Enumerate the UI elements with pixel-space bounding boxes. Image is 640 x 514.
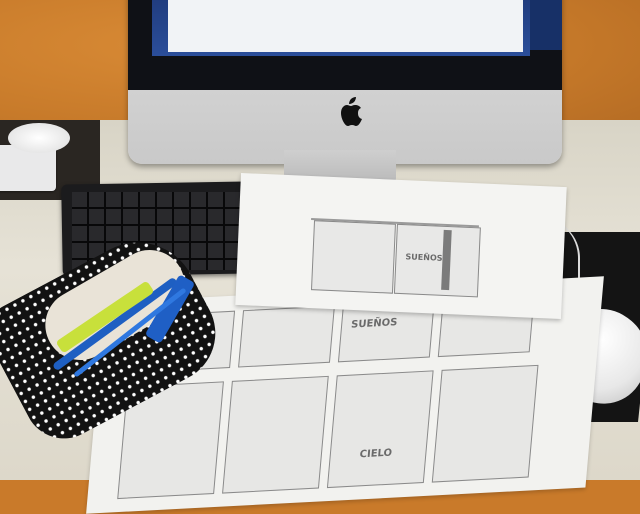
screen-document — [168, 0, 523, 52]
storyboard-panel — [238, 305, 335, 368]
storyboard-sheet-top: SUEÑOS — [235, 172, 567, 320]
storyboard-panel — [222, 375, 329, 494]
left-mouse — [8, 123, 70, 153]
screen-desktop-area — [530, 0, 562, 50]
sketch-text: CIELO — [359, 447, 393, 461]
apple-logo-icon — [341, 97, 362, 126]
sketch-text: SUEÑOS — [405, 252, 443, 263]
storyboard-panel — [431, 364, 539, 483]
storyboard-panel — [326, 370, 434, 489]
storyboard-panel — [310, 220, 396, 294]
